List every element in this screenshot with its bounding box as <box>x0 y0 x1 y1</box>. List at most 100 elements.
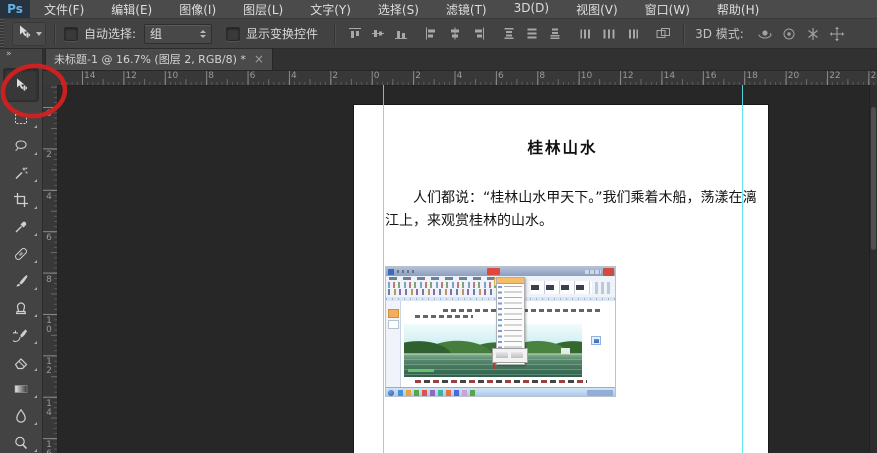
distribute-top-edges-icon[interactable] <box>502 27 517 41</box>
word-layout-options-button <box>591 336 601 345</box>
distribute-right-edges-icon[interactable] <box>625 27 640 41</box>
clone-stamp-tool[interactable] <box>0 294 42 321</box>
word-close-button <box>603 268 614 276</box>
distribute-horizontal-centers-icon[interactable] <box>602 27 617 41</box>
tool-flyout-arrow <box>34 422 37 425</box>
show-transform-checkbox[interactable] <box>226 27 240 41</box>
tool-flyout-arrow <box>34 179 37 182</box>
word-ribbon-tabs <box>389 277 509 280</box>
blur-tool[interactable] <box>0 402 42 429</box>
v-ruler-label: 10 <box>44 316 54 334</box>
history-brush-tool[interactable] <box>0 321 42 348</box>
auto-select-scope-dropdown[interactable]: 组 <box>144 24 212 44</box>
separator <box>683 23 685 45</box>
h-ruler-label: 22 <box>829 71 840 81</box>
h-ruler-label: 6 <box>498 71 504 81</box>
3d-roll-icon[interactable] <box>781 26 798 42</box>
brush-tool[interactable] <box>0 267 42 294</box>
paragraph-line-1: 人们都说：“桂林山水甲天下。”我们乘着木船，荡漾在漓 <box>385 187 743 210</box>
horizontal-ruler[interactable]: 1412108642024681012141618202224 <box>57 70 877 86</box>
guide-vertical-right[interactable] <box>742 85 743 453</box>
3d-rotate-icon[interactable] <box>757 26 774 42</box>
distribute-vertical-centers-icon[interactable] <box>525 27 540 41</box>
dodge-tool[interactable] <box>0 429 42 453</box>
auto-select-checkbox[interactable] <box>64 27 78 41</box>
word-caption-line <box>415 380 587 383</box>
menu-item-window[interactable]: 窗口(W) <box>645 1 690 18</box>
word-menu-icon-column <box>498 286 502 348</box>
guide-vertical-left[interactable] <box>383 85 384 453</box>
menu-item-view[interactable]: 视图(V) <box>576 1 618 18</box>
menu-item-file[interactable]: 文件(F) <box>44 1 84 18</box>
tool-preset-picker[interactable] <box>12 22 46 46</box>
move-tool[interactable] <box>3 68 39 102</box>
magic-wand-tool[interactable] <box>0 159 42 186</box>
menu-item-layer[interactable]: 图层(L) <box>243 1 283 18</box>
distribute-left-edges-icon[interactable] <box>579 27 594 41</box>
menu-item-edit[interactable]: 编辑(E) <box>111 1 152 18</box>
tab-close-button[interactable]: × <box>254 52 264 66</box>
h-ruler-label: 18 <box>746 71 757 81</box>
paragraph-line-2: 江上，来观赏桂林的山水。 <box>385 210 743 233</box>
dropdown-value: 组 <box>150 25 162 42</box>
menu-bar: Ps 文件(F) 编辑(E) 图像(I) 图层(L) 文字(Y) 选择(S) 滤镜(T) 3D… <box>0 0 877 19</box>
tool-flyout-arrow <box>34 233 37 236</box>
lasso-tool[interactable] <box>0 132 42 159</box>
tool-flyout-arrow <box>34 125 37 128</box>
tool-flyout-arrow <box>34 287 37 290</box>
h-ruler-label: 4 <box>457 71 463 81</box>
word-quick-access-toolbar <box>397 270 417 273</box>
align-vertical-centers-icon[interactable] <box>371 27 386 41</box>
photoshop-logo: Ps <box>0 0 30 18</box>
align-left-edges-icon[interactable] <box>425 27 440 41</box>
distribute-bottom-edges-icon[interactable] <box>548 27 563 41</box>
word-menu-sub-dialog <box>492 348 528 363</box>
menu-item-image[interactable]: 图像(I) <box>179 1 216 18</box>
tools-panel: » <box>0 48 43 453</box>
3d-drag-icon[interactable] <box>805 26 822 42</box>
tool-flyout-arrow <box>34 341 37 344</box>
tool-flyout-arrow <box>34 260 37 263</box>
align-horizontal-centers-icon[interactable] <box>448 27 463 41</box>
gradient-tool[interactable] <box>0 375 42 402</box>
menu-item-type[interactable]: 文字(Y) <box>310 1 351 18</box>
canvas-scrollbar[interactable] <box>869 85 877 453</box>
v-ruler-label: 8 <box>44 275 54 284</box>
word-page-thumbnail-active <box>388 309 399 318</box>
eyedropper-tool[interactable] <box>0 213 42 240</box>
word-menu-items <box>504 286 522 348</box>
crop-tool[interactable] <box>0 186 42 213</box>
3d-slide-icon[interactable] <box>829 26 846 42</box>
align-bottom-edges-icon[interactable] <box>394 27 409 41</box>
panel-collapse-toggle[interactable]: » <box>0 48 42 62</box>
menu-item-help[interactable]: 帮助(H) <box>717 1 759 18</box>
h-ruler-label: 8 <box>539 71 545 81</box>
vertical-ruler[interactable]: 0246810121416 <box>42 85 58 453</box>
menu-item-select[interactable]: 选择(S) <box>378 1 419 18</box>
auto-align-layers-icon[interactable] <box>656 27 671 41</box>
rectangular-marquee-tool[interactable] <box>0 105 42 132</box>
v-ruler-label: 14 <box>44 399 54 417</box>
h-ruler-label: 6 <box>250 71 256 81</box>
align-right-edges-icon[interactable] <box>471 27 486 41</box>
document-tab[interactable]: 未标题-1 @ 16.7% (图层 2, RGB/8) * × <box>45 48 273 70</box>
taskbar-app-icons <box>398 390 548 396</box>
canvas-area[interactable]: 桂林山水 人们都说：“桂林山水甲天下。”我们乘着木船，荡漾在漓 江上，来观赏桂林… <box>57 85 877 453</box>
tool-flyout-arrow <box>34 152 37 155</box>
up-down-arrows-icon <box>200 30 206 38</box>
align-top-edges-icon[interactable] <box>348 27 363 41</box>
tool-flyout-arrow <box>34 368 37 371</box>
menu-item-filter[interactable]: 滤镜(T) <box>446 1 487 18</box>
windows-taskbar <box>386 387 615 396</box>
menu-item-3d[interactable]: 3D(D) <box>514 1 549 18</box>
spot-healing-brush-tool[interactable] <box>0 240 42 267</box>
tool-flyout-arrow <box>34 449 37 452</box>
h-ruler-label: 2 <box>415 71 421 81</box>
align-buttons <box>344 27 675 41</box>
auto-select-label: 自动选择: <box>84 25 136 42</box>
word-menu-highlighted-item <box>497 278 524 284</box>
separator <box>54 23 56 45</box>
tab-bar: 未标题-1 @ 16.7% (图层 2, RGB/8) * × <box>42 48 877 71</box>
scrollbar-thumb[interactable] <box>871 107 876 250</box>
eraser-tool[interactable] <box>0 348 42 375</box>
